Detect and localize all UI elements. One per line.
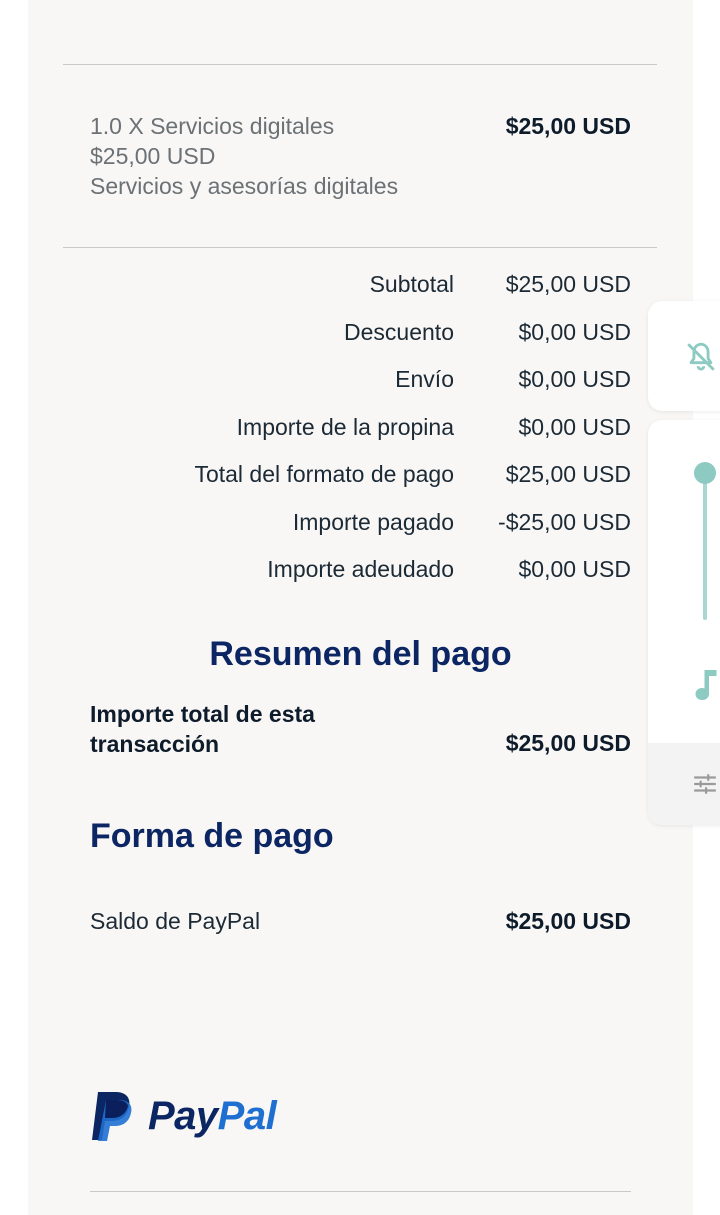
summary-value: -$25,00 USD <box>498 509 631 535</box>
paypal-mark-icon <box>92 1092 132 1141</box>
summary-row-subtotal: Subtotal $25,00 USD <box>90 269 631 299</box>
summary-label: Envío <box>395 366 454 392</box>
transaction-total-label-line2: transacción <box>90 731 220 757</box>
summary-value: $0,00 USD <box>518 366 631 392</box>
paypal-wordmark-pay: Pay <box>148 1094 218 1138</box>
summary-label: Descuento <box>344 319 454 345</box>
item-unit-price: $25,00 USD <box>90 143 216 169</box>
paypal-wordmark: PayPal <box>148 1088 277 1144</box>
item-description: 1.0 X Servicios digitales <box>90 113 335 139</box>
music-note-icon <box>695 670 717 700</box>
summary-label: Importe de la propina <box>236 414 454 440</box>
volume-panel <box>648 420 720 825</box>
bell-off-icon <box>687 342 715 371</box>
payment-method-label: Saldo de PayPal <box>90 908 261 934</box>
transaction-total-value: $25,00 USD <box>505 730 631 756</box>
summary-row-paid: Importe pagado -$25,00 USD <box>90 507 631 537</box>
summary-value: $0,00 USD <box>518 556 631 582</box>
summary-value: $0,00 USD <box>518 319 631 345</box>
summary-row-tip: Importe de la propina $0,00 USD <box>90 412 631 442</box>
item-category: Servicios y asesorías digitales <box>90 173 399 199</box>
page: 1.0 X Servicios digitales $25,00 USD Ser… <box>0 0 720 1215</box>
mute-toggle-button[interactable] <box>648 301 720 411</box>
paypal-logo: PayPal <box>90 1088 277 1144</box>
divider-bottom <box>90 1191 631 1192</box>
summary-label: Importe adeudado <box>267 556 454 582</box>
payment-method-value: $25,00 USD <box>505 908 631 934</box>
sound-settings-button[interactable] <box>648 743 720 825</box>
tune-icon <box>694 774 716 794</box>
volume-slider-thumb[interactable] <box>694 462 716 484</box>
summary-row-owed: Importe adeudado $0,00 USD <box>90 554 631 584</box>
summary-row-shipping: Envío $0,00 USD <box>90 364 631 394</box>
summary-label: Importe pagado <box>292 509 454 535</box>
summary-row-format-total: Total del formato de pago $25,00 USD <box>90 459 631 489</box>
summary-label: Total del formato de pago <box>194 461 454 487</box>
payment-summary-heading: Resumen del pago <box>209 635 512 673</box>
summary-value: $25,00 USD <box>505 461 631 487</box>
transaction-total-label-line1: Importe total de esta <box>90 701 315 727</box>
divider-top <box>63 64 657 65</box>
payment-method-heading: Forma de pago <box>90 817 334 855</box>
divider-middle <box>63 247 657 248</box>
paypal-wordmark-pal: Pal <box>217 1094 277 1138</box>
item-total-price: $25,00 USD <box>505 113 631 139</box>
transaction-total-label: Importe total de esta transacción <box>90 699 370 759</box>
summary-value: $25,00 USD <box>505 271 631 297</box>
volume-slider-track[interactable] <box>703 472 707 620</box>
summary-label: Subtotal <box>369 271 454 297</box>
summary-row-discount: Descuento $0,00 USD <box>90 317 631 347</box>
summary-value: $0,00 USD <box>518 414 631 440</box>
